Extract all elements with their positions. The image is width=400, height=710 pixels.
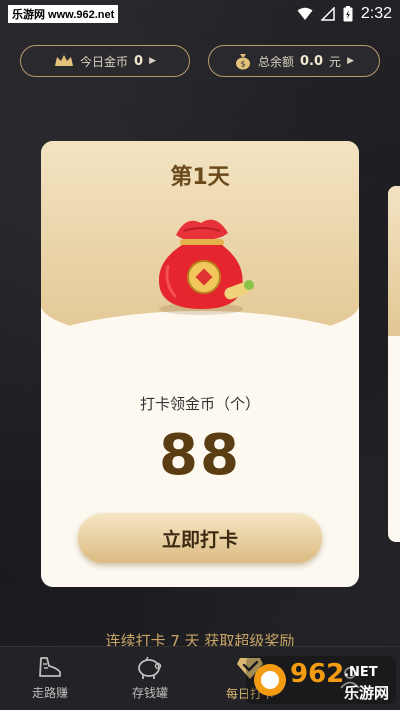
checkin-button[interactable]: 立即打卡 <box>78 513 322 563</box>
checkin-card: 第1天 打卡领金币（个） 88 立即打卡 <box>41 141 359 587</box>
lucky-bag-icon <box>158 219 254 315</box>
battery-charging-icon <box>343 6 353 22</box>
next-day-card[interactable] <box>388 186 400 542</box>
nav-item-piggy-bank[interactable]: 存钱罐 <box>100 647 200 710</box>
chevron-right-icon: ▶ <box>149 56 156 66</box>
nav-label-piggy-bank: 存钱罐 <box>131 686 168 700</box>
piggy-bank-icon <box>138 656 162 679</box>
crown-icon <box>55 55 73 66</box>
svg-text:962: 962 <box>290 659 344 689</box>
status-time: 2:32 <box>360 5 392 22</box>
coin-reward-label: 打卡领金币（个） <box>139 395 260 413</box>
today-coins-pill[interactable]: 今日金币 0 ▶ <box>20 45 190 77</box>
shoe-icon <box>39 657 61 677</box>
site-logo-watermark: 962 .NET 乐游网 <box>246 656 396 704</box>
svg-text:$: $ <box>240 60 245 69</box>
balance-label: 总余额 <box>258 54 295 69</box>
money-bag-icon: $ <box>236 54 250 70</box>
wifi-icon <box>297 7 313 20</box>
status-watermark-label: 乐游网 www.962.net <box>8 5 119 23</box>
svg-text:乐游网: 乐游网 <box>344 684 389 702</box>
chevron-right-icon: ▶ <box>347 56 354 66</box>
no-signal-icon <box>320 7 335 21</box>
balance-pill[interactable]: $ 总余额 0.0 元 ▶ <box>208 45 380 77</box>
balance-unit: 元 <box>329 54 342 69</box>
nav-item-walk-earn[interactable]: 走路赚 <box>0 647 100 710</box>
status-icons: 2:32 <box>297 5 392 23</box>
coin-reward-amount: 88 <box>159 423 241 488</box>
balance-value: 0.0 <box>300 53 324 69</box>
status-bar: 乐游网 www.962.net 2:32 <box>0 0 400 28</box>
today-coins-value: 0 <box>134 53 144 69</box>
svg-text:.NET: .NET <box>344 665 378 680</box>
day-title: 第1天 <box>170 165 230 190</box>
nav-label-walk-earn: 走路赚 <box>31 686 68 700</box>
today-coins-label: 今日金币 <box>80 54 129 69</box>
